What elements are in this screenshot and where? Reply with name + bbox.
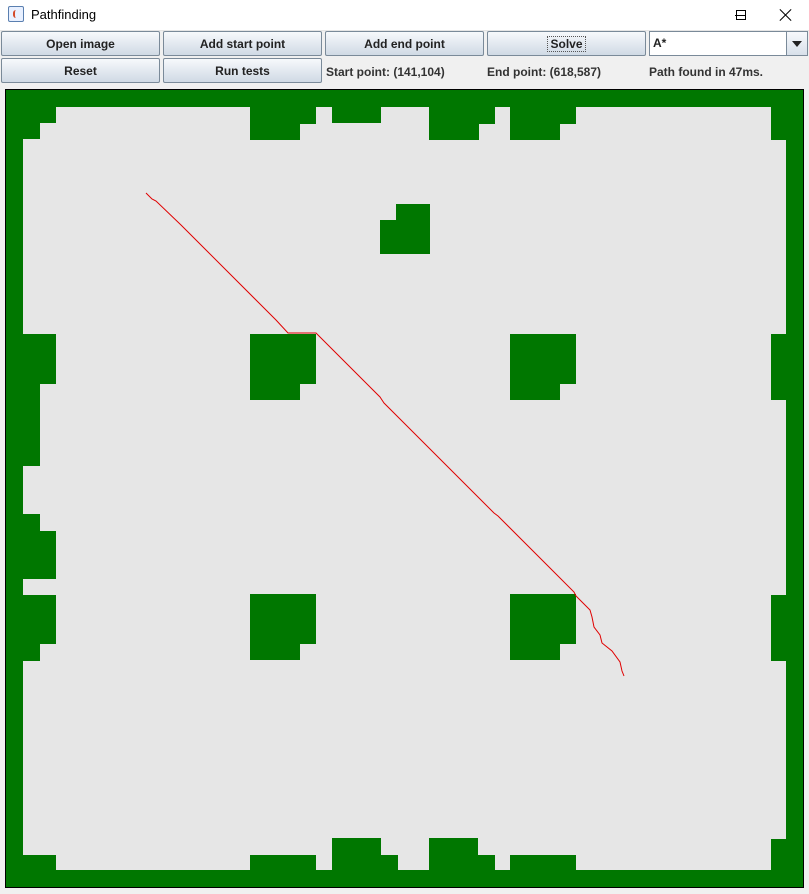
wall-layer — [6, 90, 803, 887]
solve-button[interactable]: Solve — [487, 31, 646, 56]
close-icon — [780, 9, 792, 21]
add-end-point-button[interactable]: Add end point — [325, 31, 484, 56]
algorithm-selected-value: A* — [653, 36, 667, 50]
java-app-icon — [8, 6, 24, 22]
chevron-down-icon — [792, 40, 802, 47]
reset-button[interactable]: Reset — [1, 58, 160, 83]
open-image-button[interactable]: Open image — [1, 31, 160, 56]
run-tests-button[interactable]: Run tests — [163, 58, 322, 83]
maximize-icon — [736, 10, 746, 20]
algorithm-select[interactable]: A* — [649, 31, 808, 56]
close-button[interactable] — [763, 0, 809, 30]
maximize-button[interactable] — [718, 0, 764, 30]
path-result-label: Path found in 47ms. — [649, 65, 764, 79]
map-svg — [6, 90, 803, 887]
map-canvas[interactable] — [5, 89, 804, 888]
solve-button-label: Solve — [547, 35, 586, 52]
dropdown-arrow-button[interactable] — [786, 32, 807, 55]
title-bar: Pathfinding — [0, 0, 809, 31]
start-point-label: Start point: (141,104) — [326, 65, 445, 79]
end-point-label: End point: (618,587) — [487, 65, 602, 79]
window-title: Pathfinding — [31, 7, 97, 22]
add-start-point-button[interactable]: Add start point — [163, 31, 322, 56]
